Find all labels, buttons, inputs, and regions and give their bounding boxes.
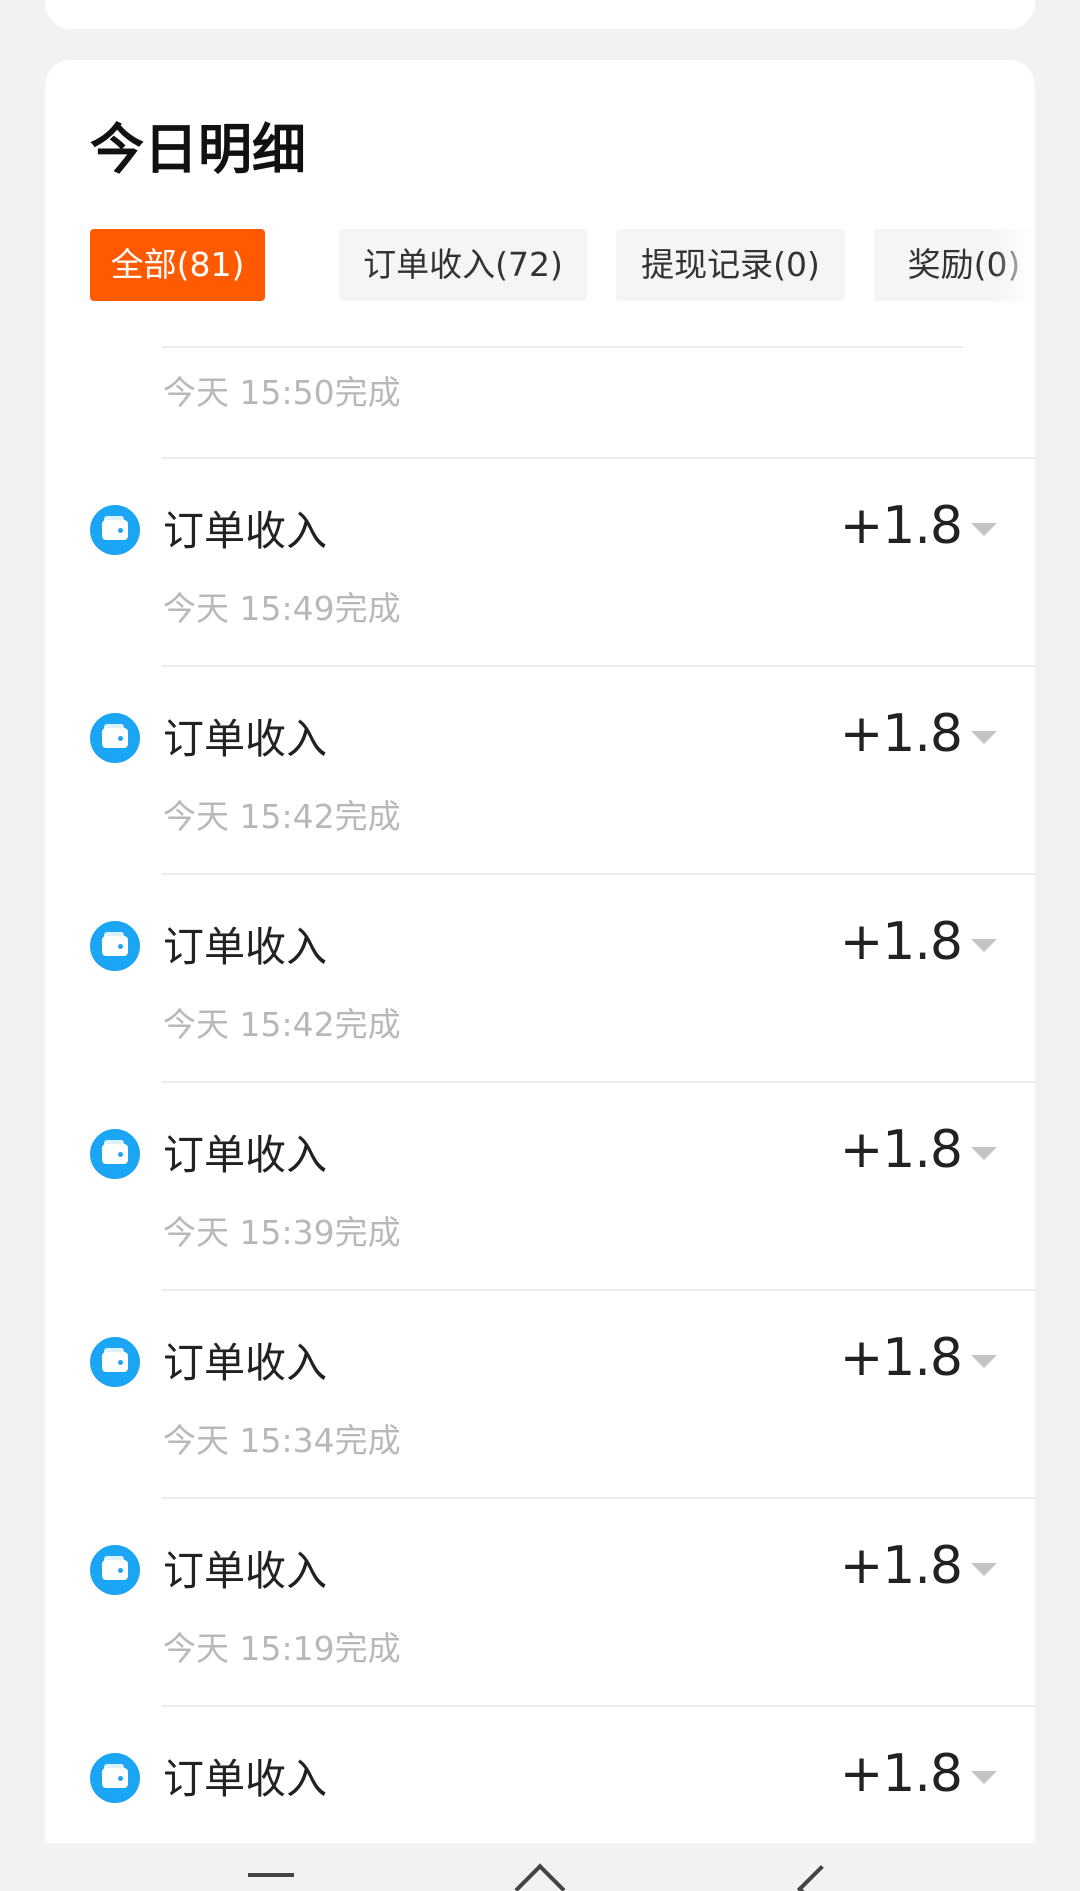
chevron-down-icon[interactable] bbox=[971, 939, 997, 952]
wallet-icon bbox=[90, 1753, 140, 1803]
chevron-down-icon[interactable] bbox=[971, 1563, 997, 1576]
chevron-down-icon[interactable] bbox=[971, 1355, 997, 1368]
chevron-down-icon[interactable] bbox=[971, 1147, 997, 1160]
transaction-label: 订单收入 bbox=[163, 1547, 327, 1595]
home-icon bbox=[514, 1863, 566, 1891]
transaction-label: 订单收入 bbox=[163, 923, 327, 971]
tabs-scroll-fade bbox=[995, 229, 1035, 301]
tab-order-income[interactable]: 订单收入(72) bbox=[339, 229, 587, 301]
back-icon bbox=[796, 1864, 846, 1891]
transaction-label: 订单收入 bbox=[163, 507, 327, 555]
back-button[interactable] bbox=[790, 1843, 850, 1891]
menu-button[interactable] bbox=[240, 1843, 300, 1891]
wallet-icon bbox=[90, 921, 140, 971]
system-navigation-bar bbox=[0, 1843, 1080, 1891]
transaction-amount: +1.8 bbox=[839, 1328, 963, 1388]
transaction-amount: +1.8 bbox=[839, 704, 963, 764]
wallet-icon bbox=[90, 1337, 140, 1387]
wallet-icon bbox=[90, 713, 140, 763]
list-item[interactable]: 订单收入 +1.8 今天 15:19完成 bbox=[45, 1499, 1035, 1707]
transaction-amount: +1.8 bbox=[839, 1120, 963, 1180]
list-item[interactable]: 订单收入 +1.8 今天 15:42完成 bbox=[45, 667, 1035, 875]
transaction-time: 今天 15:49完成 bbox=[163, 589, 401, 628]
transaction-label: 订单收入 bbox=[163, 1131, 327, 1179]
transaction-amount: +1.8 bbox=[839, 496, 963, 556]
transaction-label: 订单收入 bbox=[163, 715, 327, 763]
home-button[interactable] bbox=[510, 1843, 570, 1891]
transaction-time: 今天 15:19完成 bbox=[163, 1629, 401, 1668]
chevron-down-icon[interactable] bbox=[971, 731, 997, 744]
transaction-time: 今天 15:50完成 bbox=[163, 373, 401, 412]
previous-card bbox=[45, 0, 1035, 29]
page-title: 今日明细 bbox=[90, 118, 306, 181]
transaction-time: 今天 15:42完成 bbox=[163, 1005, 401, 1044]
tab-withdrawal-records[interactable]: 提现记录(0) bbox=[616, 229, 845, 301]
wallet-icon bbox=[90, 1129, 140, 1179]
tab-all[interactable]: 全部(81) bbox=[90, 229, 265, 301]
list-item[interactable]: 订单收入 +1.8 今天 15:49完成 bbox=[45, 459, 1035, 667]
transaction-time: 今天 15:39完成 bbox=[163, 1213, 401, 1252]
today-detail-card: 今日明细 全部(81) 订单收入(72) 提现记录(0) 奖励(0) 今天 15… bbox=[45, 60, 1035, 1891]
chevron-down-icon[interactable] bbox=[971, 1771, 997, 1784]
filter-tabs: 全部(81) 订单收入(72) 提现记录(0) 奖励(0) bbox=[90, 229, 1035, 301]
transaction-amount: +1.8 bbox=[839, 912, 963, 972]
transaction-label: 订单收入 bbox=[163, 1755, 327, 1803]
list-item[interactable]: 订单收入 +1.8 今天 15:34完成 bbox=[45, 1291, 1035, 1499]
transaction-time: 今天 15:34完成 bbox=[163, 1421, 401, 1460]
transaction-time: 今天 15:42完成 bbox=[163, 797, 401, 836]
chevron-down-icon[interactable] bbox=[971, 523, 997, 536]
list-divider bbox=[162, 346, 963, 348]
transaction-label: 订单收入 bbox=[163, 1339, 327, 1387]
wallet-icon bbox=[90, 1545, 140, 1595]
transaction-amount: +1.8 bbox=[839, 1744, 963, 1804]
transaction-amount: +1.8 bbox=[839, 1536, 963, 1596]
wallet-icon bbox=[90, 505, 140, 555]
list-item[interactable]: 订单收入 +1.8 今天 15:39完成 bbox=[45, 1083, 1035, 1291]
menu-icon bbox=[248, 1873, 294, 1877]
list-item[interactable]: 订单收入 +1.8 今天 15:42完成 bbox=[45, 875, 1035, 1083]
